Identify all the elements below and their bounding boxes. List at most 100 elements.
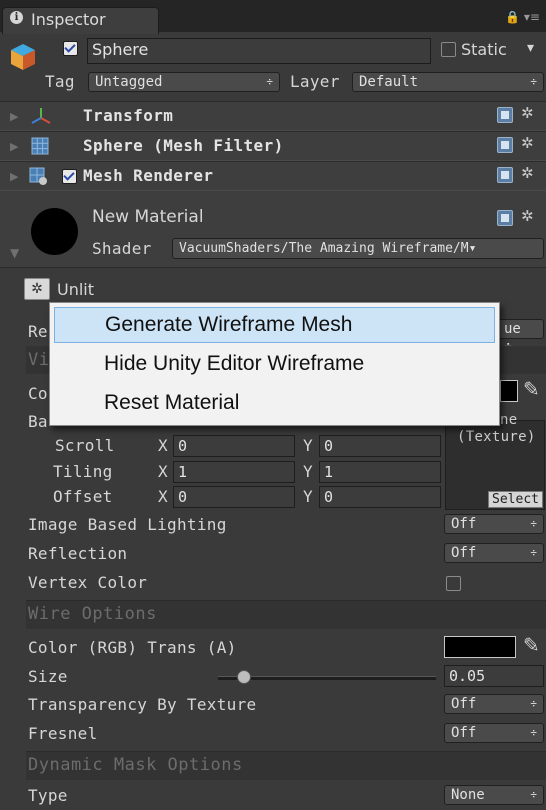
wire-options-title: Wire Options — [28, 604, 157, 624]
image-based-lighting-value: Off — [451, 516, 477, 532]
menu-item-reset-material[interactable]: Reset Material — [54, 386, 495, 422]
transparency-by-texture-label: Transparency By Texture — [28, 695, 257, 714]
tiling-y-field[interactable]: 1 — [319, 461, 441, 483]
lock-menu-icon[interactable]: 🔒 ▾≡ — [505, 10, 540, 24]
gear-icon[interactable]: ✲ — [521, 164, 534, 182]
component-title: Sphere (Mesh Filter) — [83, 136, 284, 155]
dropdown-arrow-icon: ÷ — [266, 75, 273, 88]
y-axis-label: Y — [303, 487, 313, 506]
dropdown-arrow-icon: ÷ — [530, 788, 537, 801]
help-book-icon[interactable] — [497, 210, 513, 226]
size-label: Size — [28, 667, 68, 686]
shader-dropdown[interactable]: VacuumShaders/The Amazing Wireframe/M▾ — [172, 238, 544, 259]
dropdown-arrow-icon: ÷ — [530, 546, 537, 559]
component-title: Mesh Renderer — [83, 166, 214, 185]
mesh-renderer-enabled-checkbox[interactable] — [62, 169, 77, 184]
gameobject-cube-icon — [11, 44, 35, 70]
eyedropper-icon[interactable]: ✎ — [523, 377, 540, 401]
partial-label-ba: Ba — [28, 412, 48, 431]
material-name: New Material — [92, 207, 204, 227]
texture-name-partial: ne — [500, 412, 518, 428]
image-based-lighting-label: Image Based Lighting — [28, 515, 227, 534]
tag-dropdown[interactable]: Untagged ÷ — [88, 72, 280, 92]
reflection-dropdown[interactable]: Off ÷ — [444, 543, 544, 563]
gear-icon[interactable]: ✲ — [521, 134, 534, 152]
static-label: Static — [461, 40, 507, 59]
offset-label: Offset — [53, 487, 113, 506]
layer-dropdown[interactable]: Default ÷ — [352, 72, 544, 92]
tiling-label: Tiling — [53, 462, 113, 481]
dropdown-arrow-icon: ÷ — [530, 75, 537, 88]
info-icon: i — [10, 11, 23, 24]
scroll-label: Scroll — [55, 436, 115, 455]
material-preview-sphere — [31, 208, 78, 255]
help-book-icon[interactable] — [497, 167, 513, 183]
static-dropdown-arrow[interactable]: ▾ — [527, 40, 534, 56]
y-axis-label: Y — [303, 462, 313, 481]
transparency-by-texture-value: Off — [451, 696, 477, 712]
partial-dropdown[interactable]: ue ÷ — [497, 319, 544, 355]
tiling-x-field[interactable]: 1 — [173, 461, 295, 483]
scroll-x-field[interactable]: 0 — [173, 435, 295, 457]
foldout-arrow-icon[interactable]: ▶ — [10, 110, 18, 123]
gear-icon[interactable]: ✲ — [521, 207, 534, 225]
object-name-field[interactable]: Sphere — [87, 38, 431, 64]
mesh-renderer-icon — [29, 167, 47, 185]
x-axis-label: X — [158, 487, 168, 506]
dropdown-arrow-icon: ÷ — [530, 517, 537, 530]
offset-x-field[interactable]: 0 — [173, 486, 295, 508]
size-value-field[interactable]: 0.05 — [444, 665, 544, 687]
reflection-value: Off — [451, 545, 477, 561]
tag-label: Tag — [45, 72, 75, 91]
dropdown-arrow-icon: ÷ — [530, 697, 537, 710]
foldout-open-arrow-icon[interactable]: ▼ — [10, 246, 19, 260]
size-slider-thumb[interactable] — [237, 670, 252, 684]
transparency-by-texture-dropdown[interactable]: Off ÷ — [444, 694, 544, 714]
fresnel-dropdown[interactable]: Off ÷ — [444, 723, 544, 743]
component-mesh-renderer[interactable] — [0, 161, 546, 191]
help-book-icon[interactable] — [497, 137, 513, 153]
gear-icon[interactable]: ✲ — [521, 104, 534, 122]
partial-color-swatch[interactable] — [500, 380, 518, 402]
eyedropper-icon[interactable]: ✎ — [523, 633, 540, 657]
transform-axes-icon — [31, 108, 51, 124]
unlit-label: Unlit — [57, 280, 95, 299]
image-based-lighting-dropdown[interactable]: Off ÷ — [444, 514, 544, 534]
unlit-gear-button[interactable]: ✲ — [24, 278, 50, 300]
x-axis-label: X — [158, 436, 168, 455]
active-checkbox[interactable] — [63, 41, 78, 56]
wire-color-swatch[interactable] — [444, 636, 516, 658]
vertex-color-label: Vertex Color — [28, 573, 148, 592]
tab-label: Inspector — [31, 10, 106, 29]
scroll-y-field[interactable]: 0 — [319, 435, 441, 457]
fresnel-value: Off — [451, 725, 477, 741]
shader-value: VacuumShaders/The Amazing Wireframe/M▾ — [179, 241, 477, 256]
texture-select-button[interactable]: Select — [488, 491, 543, 508]
reflection-label: Reflection — [28, 544, 128, 563]
y-axis-label: Y — [303, 436, 313, 455]
mask-type-dropdown[interactable]: None ÷ — [444, 785, 544, 805]
vertex-color-checkbox[interactable] — [446, 576, 461, 591]
menu-item-hide-unity-editor-wireframe[interactable]: Hide Unity Editor Wireframe — [54, 347, 495, 383]
wire-color-label: Color (RGB) Trans (A) — [28, 638, 237, 657]
offset-y-field[interactable]: 0 — [319, 486, 441, 508]
static-checkbox[interactable] — [441, 42, 456, 57]
mask-type-label: Type — [28, 786, 68, 805]
foldout-arrow-icon[interactable]: ▶ — [10, 140, 18, 153]
mask-type-value: None — [451, 787, 485, 803]
menu-item-generate-wireframe-mesh[interactable]: Generate Wireframe Mesh — [54, 307, 495, 343]
mesh-grid-icon — [31, 137, 49, 155]
partial-section-vi: Vi — [28, 350, 50, 370]
help-book-icon[interactable] — [497, 107, 513, 123]
x-axis-label: X — [158, 462, 168, 481]
context-menu: Generate Wireframe Mesh Hide Unity Edito… — [49, 302, 500, 426]
layer-value: Default — [359, 74, 419, 90]
component-title: Transform — [83, 106, 174, 125]
fresnel-label: Fresnel — [28, 724, 98, 743]
partial-label-co: Co — [28, 384, 48, 403]
foldout-arrow-icon[interactable]: ▶ — [10, 170, 18, 183]
partial-label-re: Re — [28, 322, 48, 341]
component-transform[interactable] — [0, 101, 546, 131]
dropdown-arrow-icon: ÷ — [530, 726, 537, 739]
dynamic-mask-options-title: Dynamic Mask Options — [28, 755, 243, 775]
